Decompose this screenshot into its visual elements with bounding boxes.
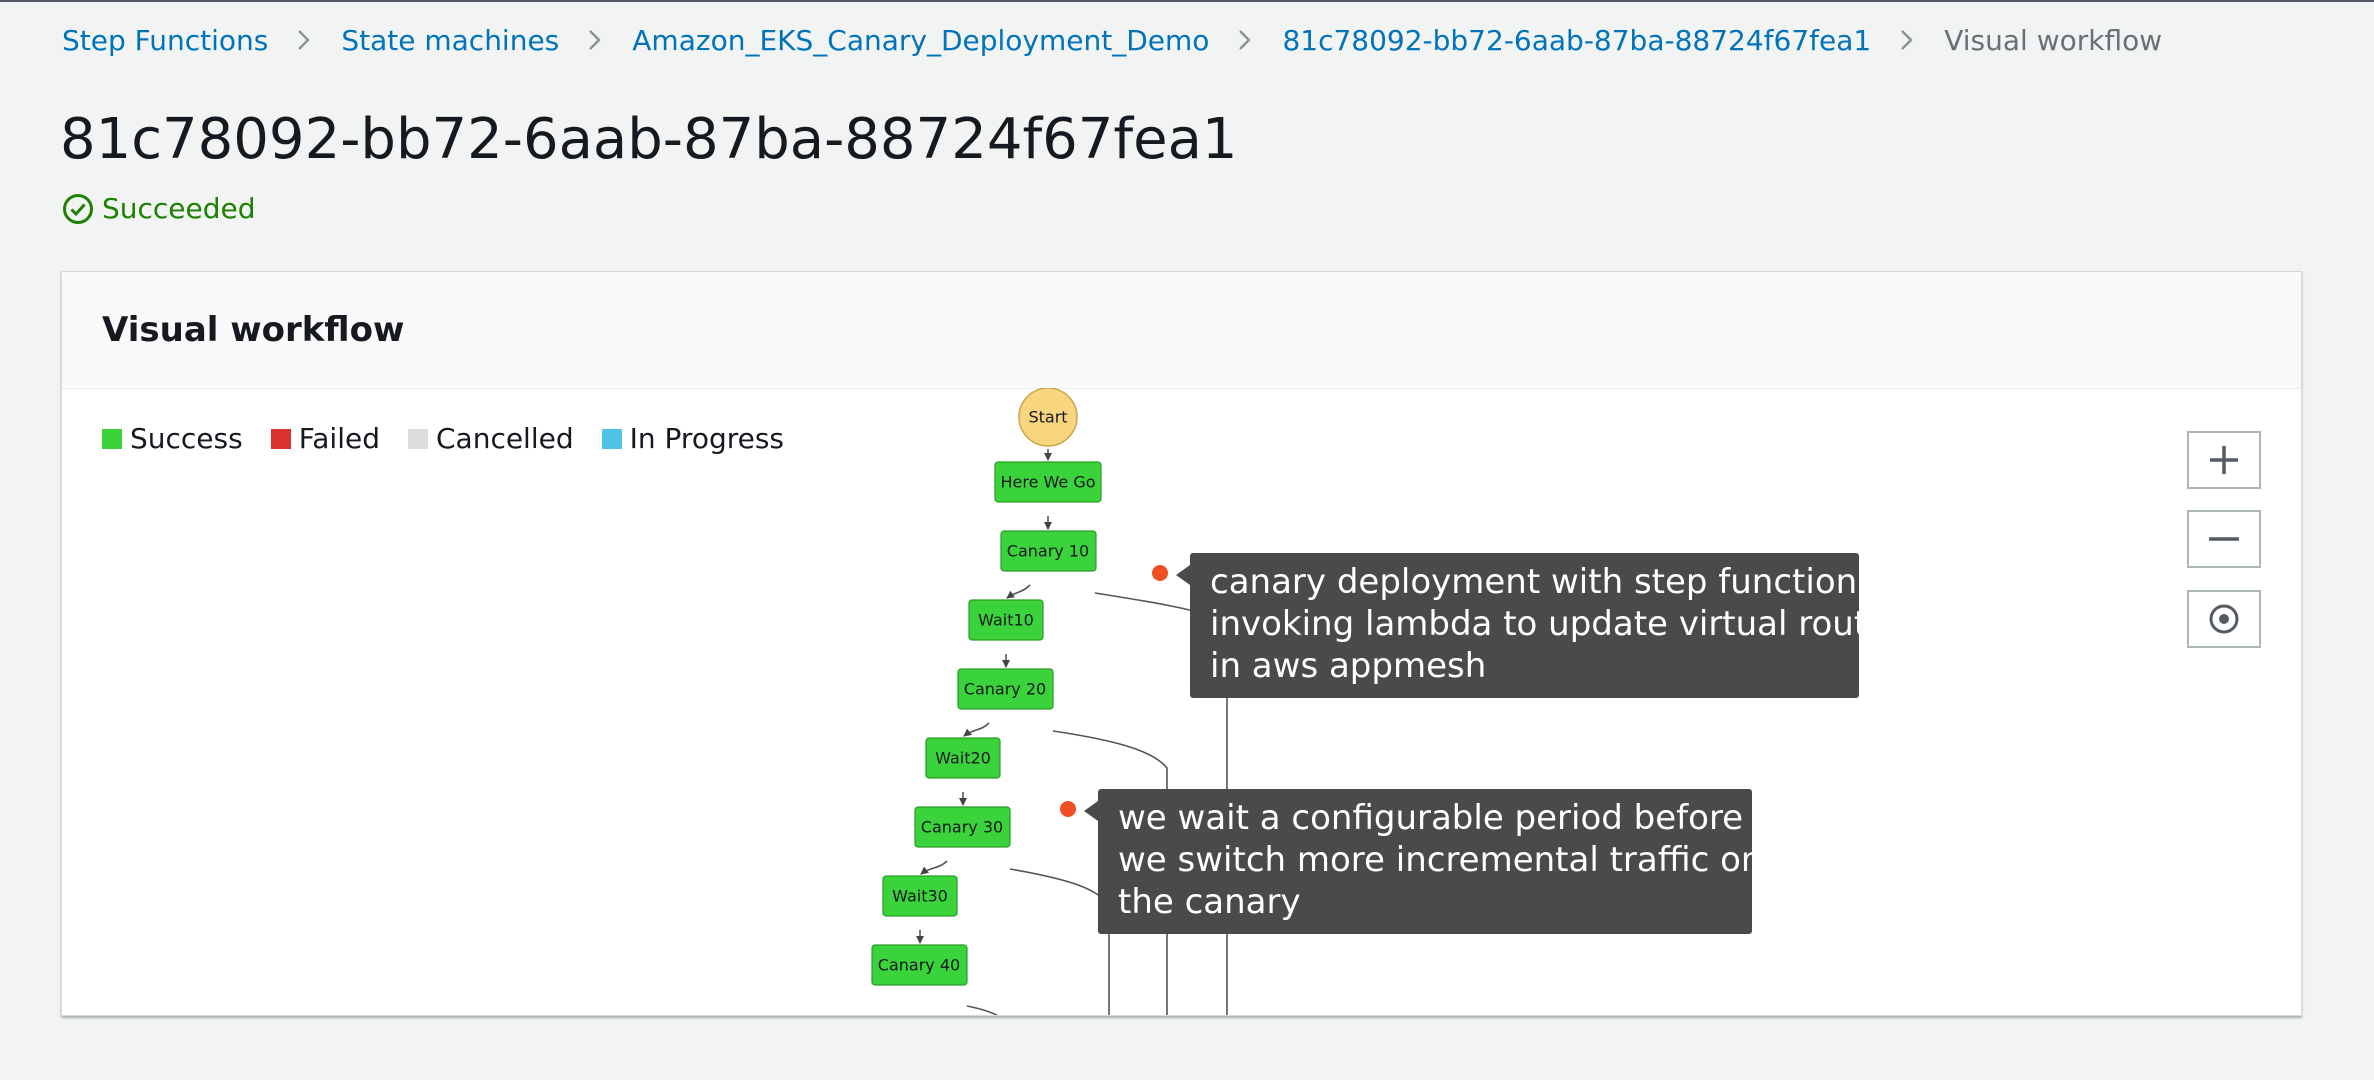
annotation-marker: [1060, 801, 1076, 817]
node-canary-10[interactable]: Canary 10: [1000, 530, 1097, 572]
annotation-callout: we wait a configurable period before we …: [1084, 789, 1763, 934]
breadcrumb-state-machines[interactable]: State machines: [341, 24, 559, 57]
edge: [966, 1005, 999, 1015]
breadcrumb-execution[interactable]: 81c78092-bb72-6aab-87ba-88724f67fea1: [1282, 24, 1871, 57]
center-button[interactable]: [2187, 590, 2261, 648]
chevron-right-icon: [1897, 30, 1917, 50]
center-icon: [2209, 604, 2239, 634]
node-wait10[interactable]: Wait10: [968, 599, 1044, 641]
annotation-marker: [1152, 565, 1168, 581]
annotation-text: we switch more incremental traffic on: [1118, 840, 1763, 880]
node-canary-30[interactable]: Canary 30: [914, 806, 1011, 848]
node-label: Canary 40: [878, 956, 960, 975]
annotation-callout: canary deployment with step function inv…: [1176, 553, 1889, 698]
annotation-text: invoking lambda to update virtual route: [1210, 604, 1889, 644]
annotation-text: the canary: [1118, 882, 1301, 922]
node-here-we-go[interactable]: Here We Go: [994, 461, 1102, 503]
zoom-out-button[interactable]: [2187, 510, 2261, 568]
node-canary-40[interactable]: Canary 40: [871, 944, 968, 986]
panel-header: Visual workflow: [62, 272, 2301, 389]
node-wait20[interactable]: Wait20: [925, 737, 1001, 779]
breadcrumb-state-machine-name[interactable]: Amazon_EKS_Canary_Deployment_Demo: [632, 24, 1209, 57]
node-label: Canary 30: [921, 818, 1003, 837]
zoom-in-button[interactable]: [2187, 431, 2261, 489]
node-label: Wait10: [978, 611, 1034, 630]
status-text: Succeeded: [102, 192, 256, 225]
status-indicator: Succeeded: [62, 192, 256, 225]
annotation-text: in aws appmesh: [1210, 646, 1487, 686]
node-start[interactable]: Start: [1018, 388, 1078, 447]
breadcrumb-current: Visual workflow: [1944, 23, 2163, 57]
node-wait30[interactable]: Wait30: [882, 875, 958, 917]
chevron-right-icon: [585, 30, 605, 50]
node-label: Start: [1028, 408, 1067, 427]
check-circle-icon: [63, 193, 93, 224]
zoom-in-icon: [2210, 446, 2238, 474]
chevron-right-icon: [294, 30, 314, 50]
node-canary-20[interactable]: Canary 20: [957, 668, 1054, 710]
chevron-right-icon: [1235, 30, 1255, 50]
edge: [920, 860, 948, 875]
annotation-text: canary deployment with step function: [1210, 562, 1858, 602]
top-rule: [0, 0, 2374, 2]
node-label: Canary 20: [964, 680, 1046, 699]
zoom-out-icon: [2209, 537, 2239, 541]
breadcrumb-step-functions[interactable]: Step Functions: [62, 24, 268, 57]
edge: [1006, 584, 1031, 599]
panel-title: Visual workflow: [102, 310, 405, 350]
node-label: Wait20: [935, 749, 991, 768]
breadcrumb: Step Functions State machines Amazon_EKS…: [62, 18, 2162, 62]
page-title: 81c78092-bb72-6aab-87ba-88724f67fea1: [60, 107, 1238, 172]
node-label: Wait30: [892, 887, 948, 906]
node-label: Here We Go: [1000, 473, 1095, 492]
edge: [1009, 868, 1110, 1015]
edge: [963, 722, 990, 737]
node-label: Canary 10: [1007, 542, 1089, 561]
annotation-text: we wait a configurable period before: [1118, 798, 1744, 838]
